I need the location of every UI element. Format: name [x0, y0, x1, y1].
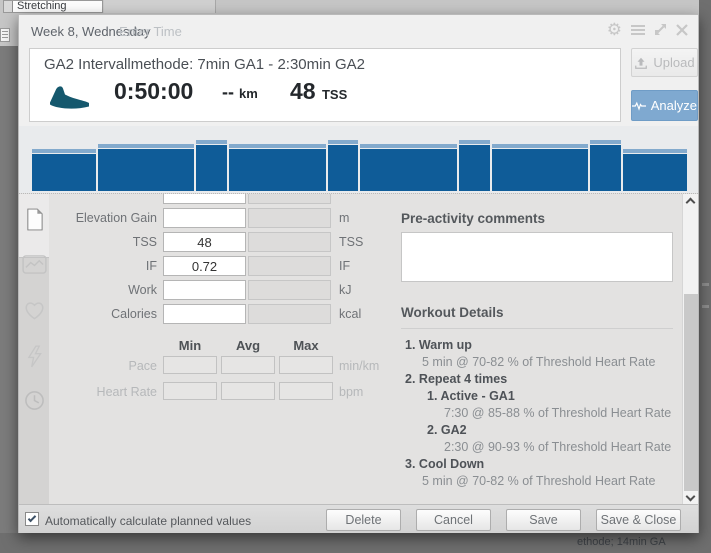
cancel-button[interactable]: Cancel: [416, 509, 491, 531]
planned-tss: 48 TSS: [290, 78, 347, 105]
pace-unit: min/km: [339, 359, 379, 373]
enter-time-link[interactable]: Enter Time: [119, 24, 182, 39]
analyze-button[interactable]: Analyze: [631, 90, 698, 121]
pace-label: Pace: [19, 359, 157, 373]
workout-details-title: Workout Details: [401, 305, 504, 320]
auto-calculate-checkbox[interactable]: [25, 512, 39, 526]
workout-detail-modal: Week 8, Wednesday Enter Time ⚙ GA2 Inter…: [18, 14, 699, 533]
workout-substep: 2. GA2 2:30 @ 90-93 % of Threshold Heart…: [405, 422, 685, 456]
calories-completed-input: [248, 304, 331, 324]
save-close-button[interactable]: Save & Close: [596, 509, 681, 531]
scroll-down-arrow[interactable]: [686, 492, 696, 502]
stats-header-min: Min: [163, 338, 217, 353]
stats-header-avg: Avg: [221, 338, 275, 353]
background-left-strip: [0, 46, 18, 553]
elevation-gain-unit: m: [339, 211, 349, 225]
workout-details-list: 1. Warm up 5 min @ 70-82 % of Threshold …: [405, 337, 685, 490]
upload-icon: [634, 56, 648, 70]
upload-button: Upload: [631, 48, 698, 77]
workout-profile-bars: [32, 129, 689, 191]
clipped-input-row: [248, 194, 331, 204]
background-right-strip: [699, 0, 711, 553]
tss-completed-input: [248, 232, 331, 252]
workout-summary-card: GA2 Intervallmethode: 7min GA1 - 2:30min…: [29, 48, 621, 122]
divider: [401, 328, 673, 329]
if-completed-input: [248, 256, 331, 276]
scroll-up-arrow[interactable]: [686, 198, 696, 208]
background-workout-label: Stretching: [17, 0, 67, 12]
settings-gear-icon[interactable]: ⚙: [607, 21, 622, 38]
running-shoe-icon: [46, 82, 92, 119]
pace-max-input: [279, 356, 333, 374]
modal-header-icons: ⚙: [607, 21, 688, 38]
elevation-gain-input[interactable]: [163, 208, 246, 228]
workout-title: GA2 Intervallmethode: 7min GA1 - 2:30min…: [44, 56, 365, 73]
chart-bar-warm-up: [32, 149, 96, 191]
tss-unit: TSS: [339, 235, 363, 249]
heart-rate-min-input: [163, 382, 217, 400]
pre-activity-comments-input[interactable]: [401, 232, 673, 282]
calories-input[interactable]: [163, 304, 246, 324]
work-input[interactable]: [163, 280, 246, 300]
expand-icon[interactable]: [654, 23, 667, 36]
if-input[interactable]: [163, 256, 246, 276]
chart-bar-active-ga1: [360, 144, 457, 191]
modal-footer: Automatically calculate planned values D…: [19, 504, 698, 533]
background-calendar-strip: Stretching: [0, 0, 699, 14]
menu-icon[interactable]: [631, 23, 645, 37]
background-right-mark: [702, 283, 709, 286]
heart-rate-max-input: [279, 382, 333, 400]
chart-bar-cool-down: [623, 149, 687, 191]
calories-unit: kcal: [339, 307, 361, 321]
background-drag-handle-icon: [0, 28, 10, 42]
tss-label: TSS: [19, 235, 157, 249]
pre-activity-comments-title: Pre-activity comments: [401, 211, 545, 226]
background-workout-stretching: Stretching: [3, 0, 103, 13]
elevation-gain-label: Elevation Gain: [19, 211, 157, 225]
work-completed-input: [248, 280, 331, 300]
heart-rate-unit: bpm: [339, 385, 363, 399]
chart-bar-ga2: [328, 140, 359, 191]
planned-distance: -- km: [222, 82, 258, 103]
clipped-input-row: [163, 194, 246, 204]
workout-step: 3. Cool Down 5 min @ 70-82 % of Threshol…: [405, 456, 685, 490]
scrollbar-thumb[interactable]: [684, 294, 698, 491]
auto-calculate-label: Automatically calculate planned values: [45, 514, 251, 528]
background-workout-text: ethode; 14min GA: [577, 536, 666, 548]
chart-bar-ga2: [196, 140, 227, 191]
modal-body: Elevation Gain m TSS TSS IF IF Work kJ C…: [19, 193, 698, 504]
if-label: IF: [19, 259, 157, 273]
background-checkbox-icon: [4, 1, 13, 13]
checkmark-icon: [28, 514, 36, 522]
pace-avg-input: [221, 356, 275, 374]
delete-button[interactable]: Delete: [326, 509, 401, 531]
heart-rate-label: Heart Rate: [19, 385, 157, 399]
tss-input[interactable]: [163, 232, 246, 252]
screen: Stretching ethode; 14min GA Week 8, Wedn…: [0, 0, 711, 553]
workout-step: 1. Warm up 5 min @ 70-82 % of Threshold …: [405, 337, 685, 371]
chart-bar-ga2: [590, 140, 621, 191]
pace-min-input: [163, 356, 217, 374]
work-label: Work: [19, 283, 157, 297]
calories-label: Calories: [19, 307, 157, 321]
save-button[interactable]: Save: [506, 509, 581, 531]
heart-rate-avg-input: [221, 382, 275, 400]
elevation-gain-completed-input: [248, 208, 331, 228]
background-right-mark: [702, 305, 709, 308]
waveform-icon: [632, 100, 647, 112]
vertical-scrollbar[interactable]: [682, 194, 698, 505]
workout-substep: 1. Active - GA1 7:30 @ 85-88 % of Thresh…: [405, 388, 685, 422]
close-icon[interactable]: [676, 24, 688, 36]
chart-bar-active-ga1: [229, 144, 326, 191]
workout-step: 2. Repeat 4 times: [405, 371, 685, 388]
background-tab: [104, 0, 216, 13]
workout-structure-chart: [19, 126, 698, 193]
work-unit: kJ: [339, 283, 352, 297]
chart-bar-active-ga1: [492, 144, 589, 191]
chart-bar-active-ga1: [98, 144, 195, 191]
planned-duration: 0:50:00: [114, 78, 193, 105]
if-unit: IF: [339, 259, 350, 273]
chart-bar-ga2: [459, 140, 490, 191]
stats-header-max: Max: [279, 338, 333, 353]
